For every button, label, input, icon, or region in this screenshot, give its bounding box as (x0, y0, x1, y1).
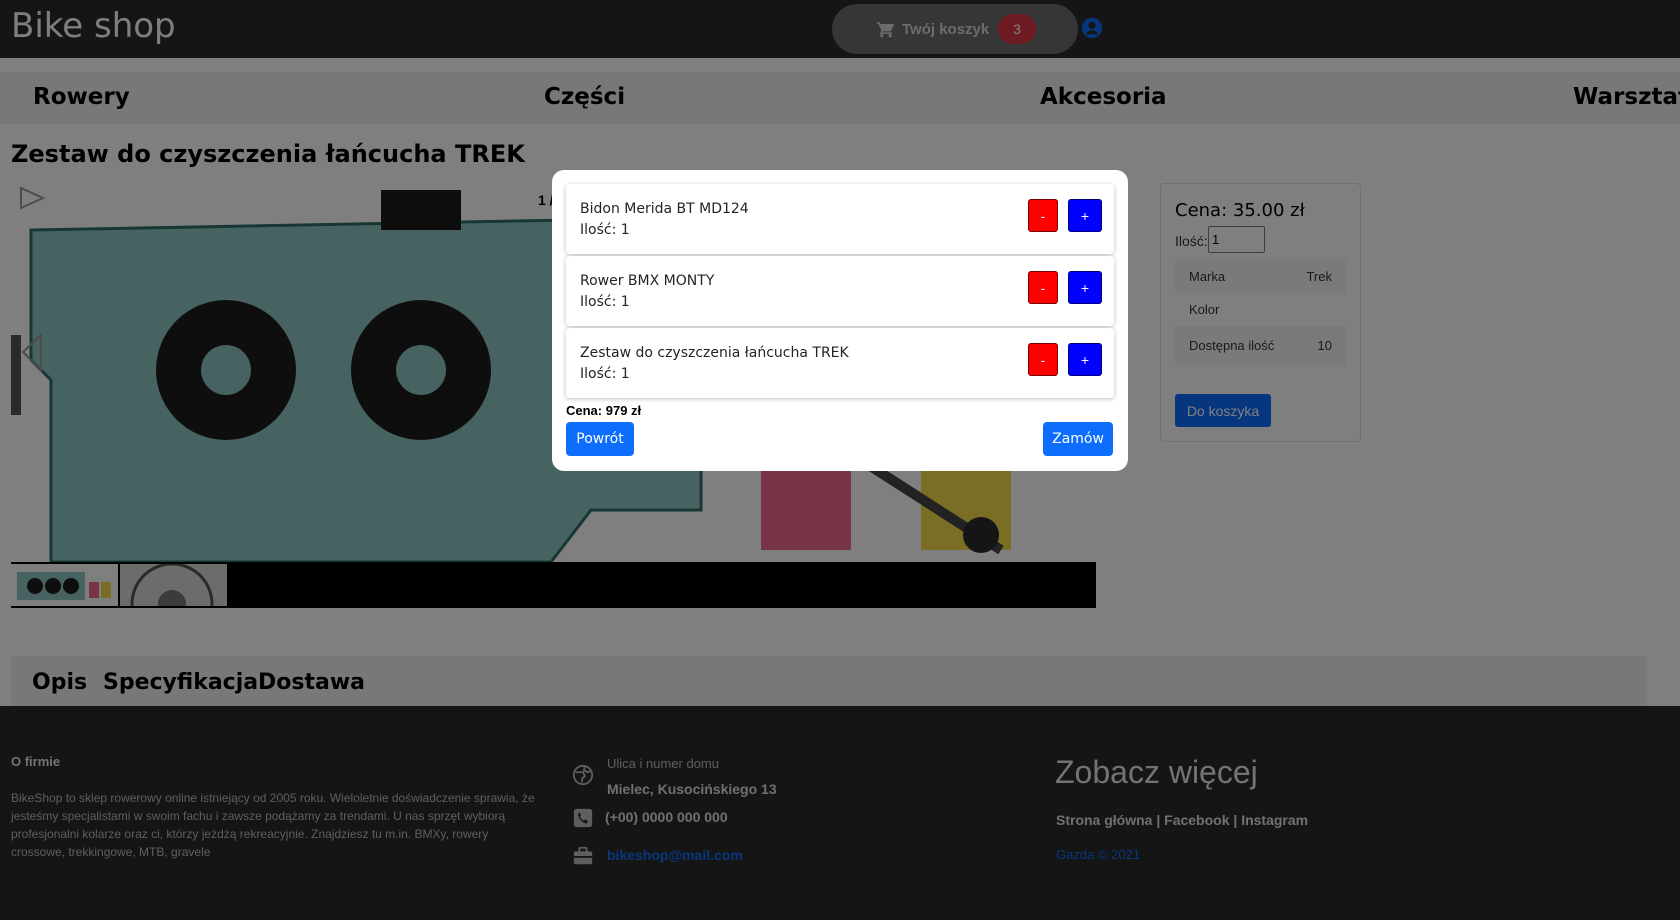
cart-item-name: Rower BMX MONTY (580, 273, 715, 289)
cart-item-quantity: Ilość: 1 (580, 222, 630, 238)
back-button[interactable]: Powrót (566, 422, 634, 456)
increase-quantity-button[interactable]: + (1068, 199, 1102, 232)
order-button[interactable]: Zamów (1043, 422, 1113, 456)
increase-quantity-button[interactable]: + (1068, 343, 1102, 376)
cart-item-name: Bidon Merida BT MD124 (580, 201, 749, 217)
cart-item: Zestaw do czyszczenia łańcucha TREK Iloś… (566, 328, 1114, 398)
cart-total: Cena: 979 zł (566, 403, 642, 418)
cart-item: Rower BMX MONTY Ilość: 1 - + (566, 256, 1114, 326)
cart-item-quantity: Ilość: 1 (580, 294, 630, 310)
cart-item: Bidon Merida BT MD124 Ilość: 1 - + (566, 184, 1114, 254)
increase-quantity-button[interactable]: + (1068, 271, 1102, 304)
decrease-quantity-button[interactable]: - (1028, 271, 1058, 304)
cart-item-name: Zestaw do czyszczenia łańcucha TREK (580, 345, 849, 361)
decrease-quantity-button[interactable]: - (1028, 343, 1058, 376)
cart-item-quantity: Ilość: 1 (580, 366, 630, 382)
cart-modal: Bidon Merida BT MD124 Ilość: 1 - + Rower… (552, 170, 1128, 471)
decrease-quantity-button[interactable]: - (1028, 199, 1058, 232)
